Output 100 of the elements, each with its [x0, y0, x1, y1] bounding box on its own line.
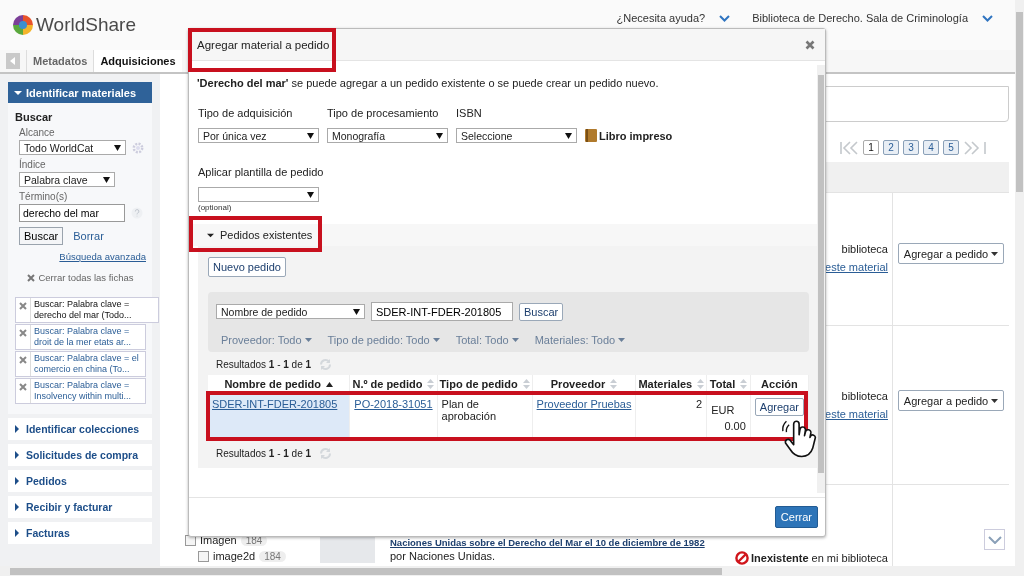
close-icon[interactable]	[19, 383, 27, 391]
help-icon[interactable]	[131, 207, 143, 219]
column-header[interactable]: N.º de pedido	[349, 375, 438, 392]
first-page-icon[interactable]	[839, 140, 859, 155]
caret-icon	[14, 88, 22, 97]
dropdown-arrow-icon	[114, 144, 121, 151]
format-label: Libro impreso	[599, 129, 673, 142]
material-link[interactable]: este material	[825, 408, 888, 420]
sort-icon	[522, 379, 530, 389]
close-all-link[interactable]: Cerrar todas las fichas	[38, 272, 134, 283]
close-icon[interactable]	[19, 329, 27, 337]
scope-dropdown[interactable]: Todo WorldCat	[19, 140, 126, 155]
page-button[interactable]: 5	[943, 140, 959, 155]
close-icon[interactable]	[805, 39, 815, 50]
sidebar-section[interactable]: Facturas	[8, 522, 152, 544]
clear-link[interactable]: Borrar	[73, 230, 104, 242]
module-tab[interactable]: Adquisiciones	[93, 50, 182, 72]
section-header[interactable]: Identificar materiales	[8, 82, 152, 103]
material-link[interactable]: este material	[825, 261, 888, 273]
chevron-down-icon	[987, 535, 1002, 544]
field-label: Índice	[19, 159, 47, 170]
library-name[interactable]: Biblioteca de Derecho. Sala de Criminología	[752, 12, 968, 24]
chevron-down-icon[interactable]	[982, 14, 993, 22]
sort-icon	[697, 379, 705, 389]
last-page-icon[interactable]	[963, 140, 989, 155]
search-button[interactable]: Buscar	[519, 302, 564, 321]
availability-text: biblioteca	[841, 243, 888, 255]
book-icon	[585, 129, 597, 142]
help-link[interactable]: ¿Necesita ayuda?	[616, 12, 706, 24]
caret-icon	[13, 503, 21, 511]
page-button[interactable]: 2	[883, 140, 899, 155]
search-button[interactable]: Buscar	[19, 227, 64, 245]
search-history-tab[interactable]: Buscar: Palabra clave = derecho del mar (Todo...	[15, 297, 159, 323]
search-field[interactable]: SDER-INT-FDER-201805	[371, 302, 513, 321]
advanced-search-link[interactable]: Búsqueda avanzada	[59, 251, 146, 262]
checkbox[interactable]	[198, 550, 209, 562]
column-header[interactable]: Materiales	[635, 375, 707, 392]
add-to-order-button[interactable]: Agregar a pedido	[897, 243, 1005, 264]
dropdown[interactable]: Seleccione	[456, 128, 577, 143]
facet-label: Imagen	[200, 534, 237, 546]
field-hint: (optional)	[198, 203, 232, 212]
caret-icon	[511, 338, 519, 342]
availability-text: biblioteca	[841, 390, 888, 402]
column-header[interactable]: Proveedor	[532, 375, 636, 392]
search-history-tab[interactable]: Buscar: Palabra clave = el comercio en china (To...	[15, 351, 146, 377]
collapse-button[interactable]	[6, 53, 20, 69]
supplier-link[interactable]: Proveedor Pruebas	[536, 398, 632, 410]
caret-icon	[618, 338, 626, 342]
search-history-tab[interactable]: Buscar: Palabra clave = Insolvency within multi...	[15, 378, 146, 404]
caret-icon	[304, 338, 312, 342]
scrollbar[interactable]	[1015, 0, 1024, 566]
caret-icon	[13, 477, 21, 485]
dropdown[interactable]: Monografía	[327, 128, 448, 143]
close-icon[interactable]	[27, 273, 36, 282]
field-label: Tipo de procesamiento	[327, 107, 440, 119]
sidebar-section[interactable]: Solicitudes de compra	[8, 444, 152, 466]
sidebar-section[interactable]: Identificar colecciones	[8, 418, 152, 440]
sort-icon	[610, 379, 618, 389]
page-button[interactable]: 1	[863, 140, 879, 155]
field-label: ISBN	[456, 107, 483, 119]
dropdown-arrow-icon	[103, 176, 110, 183]
page-button[interactable]: 4	[923, 140, 939, 155]
logo-icon	[12, 14, 34, 36]
order-name-link[interactable]: SDER-INT-FDER-201805	[212, 398, 338, 410]
field-label: Alcance	[19, 127, 56, 138]
close-button[interactable]: Cerrar	[774, 506, 818, 528]
sidebar-section[interactable]: Pedidos	[8, 470, 152, 492]
template-dropdown[interactable]	[198, 187, 319, 202]
scroll-down-button[interactable]	[984, 529, 1005, 550]
add-button[interactable]: Agregar	[754, 398, 804, 416]
caret-icon	[13, 529, 21, 537]
scrollbar[interactable]	[0, 566, 1024, 576]
column-header[interactable]: Nombre de pedido	[208, 375, 350, 392]
section-header[interactable]: Pedidos existentes	[191, 224, 817, 246]
chevron-down-icon[interactable]	[719, 14, 731, 22]
search-field-dropdown[interactable]: Nombre de pedido	[216, 304, 365, 319]
column-header[interactable]: Tipo de pedido	[437, 375, 533, 392]
add-to-order-button[interactable]: Agregar a pedido	[897, 390, 1005, 411]
search-field[interactable]: derecho del mar	[19, 204, 125, 222]
page-button[interactable]: 3	[903, 140, 919, 155]
index-dropdown[interactable]: Palabra clave	[19, 172, 115, 187]
order-number-link[interactable]: PO-2018-31051	[354, 398, 433, 410]
new-order-button[interactable]: Nuevo pedido	[208, 257, 286, 277]
result-title-link[interactable]: Naciones Unidas sobre el Derecho del Mar el 10 de diciembre de 1982	[390, 537, 705, 549]
search-history-tab[interactable]: Buscar: Palabra clave = droit de la mer etats ar...	[15, 324, 146, 350]
results-count: Resultados 1 - 1 de 1	[216, 448, 312, 459]
panel-heading: Buscar	[15, 111, 54, 123]
field-label: Aplicar plantilla de pedido	[198, 166, 324, 178]
sort-ascending-icon	[325, 381, 333, 387]
results-count: Resultados 1 - 1 de 1	[216, 359, 312, 370]
dropdown[interactable]: Por única vez	[198, 128, 319, 143]
scrollbar[interactable]	[817, 65, 825, 493]
close-icon[interactable]	[19, 356, 27, 364]
table-cell: 2	[635, 391, 707, 440]
sidebar-section[interactable]: Recibir y facturar	[8, 496, 152, 518]
sort-icon	[427, 379, 435, 389]
column-header[interactable]: Total	[706, 375, 751, 392]
gear-icon[interactable]	[132, 141, 144, 154]
column-header[interactable]: Acción	[750, 375, 809, 392]
close-icon[interactable]	[19, 302, 27, 310]
